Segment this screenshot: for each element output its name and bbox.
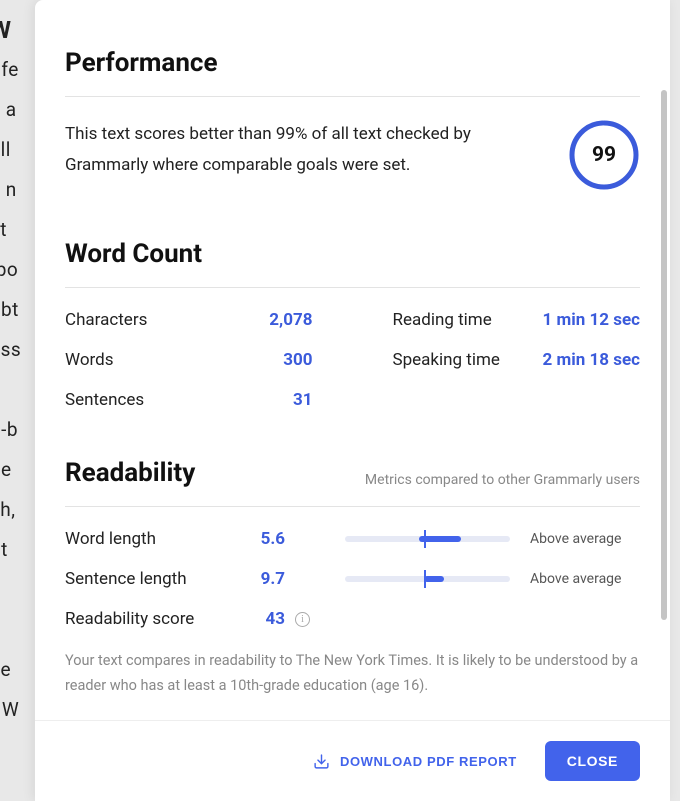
info-icon[interactable]: i: [295, 612, 310, 627]
readability-row: Sentence length9.7 Above average: [65, 569, 640, 589]
word-count-value: 31: [293, 390, 313, 410]
word-count-heading: Word Count: [65, 239, 640, 269]
close-button[interactable]: CLOSE: [545, 741, 640, 781]
word-count-label: Sentences: [65, 390, 144, 410]
score-ring: 99: [568, 119, 640, 191]
word-count-value: 2,078: [269, 310, 312, 330]
word-count-item: Sentences 31: [65, 390, 313, 410]
word-count-label: Characters: [65, 310, 147, 330]
download-icon: [313, 753, 330, 770]
readability-score-label: Readability score: [65, 609, 225, 629]
word-count-label: Reading time: [393, 310, 492, 330]
readability-heading: Readability: [65, 458, 195, 488]
performance-description: This text scores better than 99% of all …: [65, 119, 485, 180]
word-count-value: 2 min 18 sec: [543, 350, 640, 370]
divider: [65, 506, 640, 507]
word-count-label: Speaking time: [393, 350, 500, 370]
readability-metric-label: Word length: [65, 529, 225, 549]
performance-heading: Performance: [65, 48, 640, 78]
word-count-item: Words 300: [65, 350, 313, 370]
word-count-item: Reading time 1 min 12 sec: [393, 310, 641, 330]
word-count-item: Characters 2,078: [65, 310, 313, 330]
word-count-grid: Characters 2,078 Reading time 1 min 12 sec W…: [65, 310, 640, 410]
readability-row: Word length5.6 Above average: [65, 529, 640, 549]
readability-metric-label: Sentence length: [65, 569, 225, 589]
divider: [65, 96, 640, 97]
download-pdf-button[interactable]: DOWNLOAD PDF REPORT: [313, 753, 517, 770]
readability-metric-value: 9.7: [225, 569, 285, 589]
download-label: DOWNLOAD PDF REPORT: [340, 754, 517, 769]
word-count-item: Speaking time 2 min 18 sec: [393, 350, 641, 370]
word-count-value: 1 min 12 sec: [543, 310, 640, 330]
word-count-label: Words: [65, 350, 114, 370]
comparison-bar: [345, 576, 510, 582]
readability-metric-value: 5.6: [225, 529, 285, 549]
comparison-status: Above average: [530, 531, 640, 547]
divider: [65, 287, 640, 288]
readability-footer: Your text compares in readability to The…: [65, 649, 640, 698]
comparison-status: Above average: [530, 571, 640, 587]
score-value: 99: [568, 119, 640, 191]
comparison-bar: [345, 536, 510, 542]
readability-score-value: 43: [225, 609, 285, 629]
readability-subtitle: Metrics compared to other Grammarly user…: [365, 472, 640, 488]
scrollbar[interactable]: [661, 90, 667, 620]
performance-modal: Performance This text scores better than…: [35, 0, 670, 801]
modal-footer: DOWNLOAD PDF REPORT CLOSE: [35, 720, 670, 801]
modal-content: Performance This text scores better than…: [35, 0, 670, 720]
word-count-value: 300: [283, 350, 312, 370]
